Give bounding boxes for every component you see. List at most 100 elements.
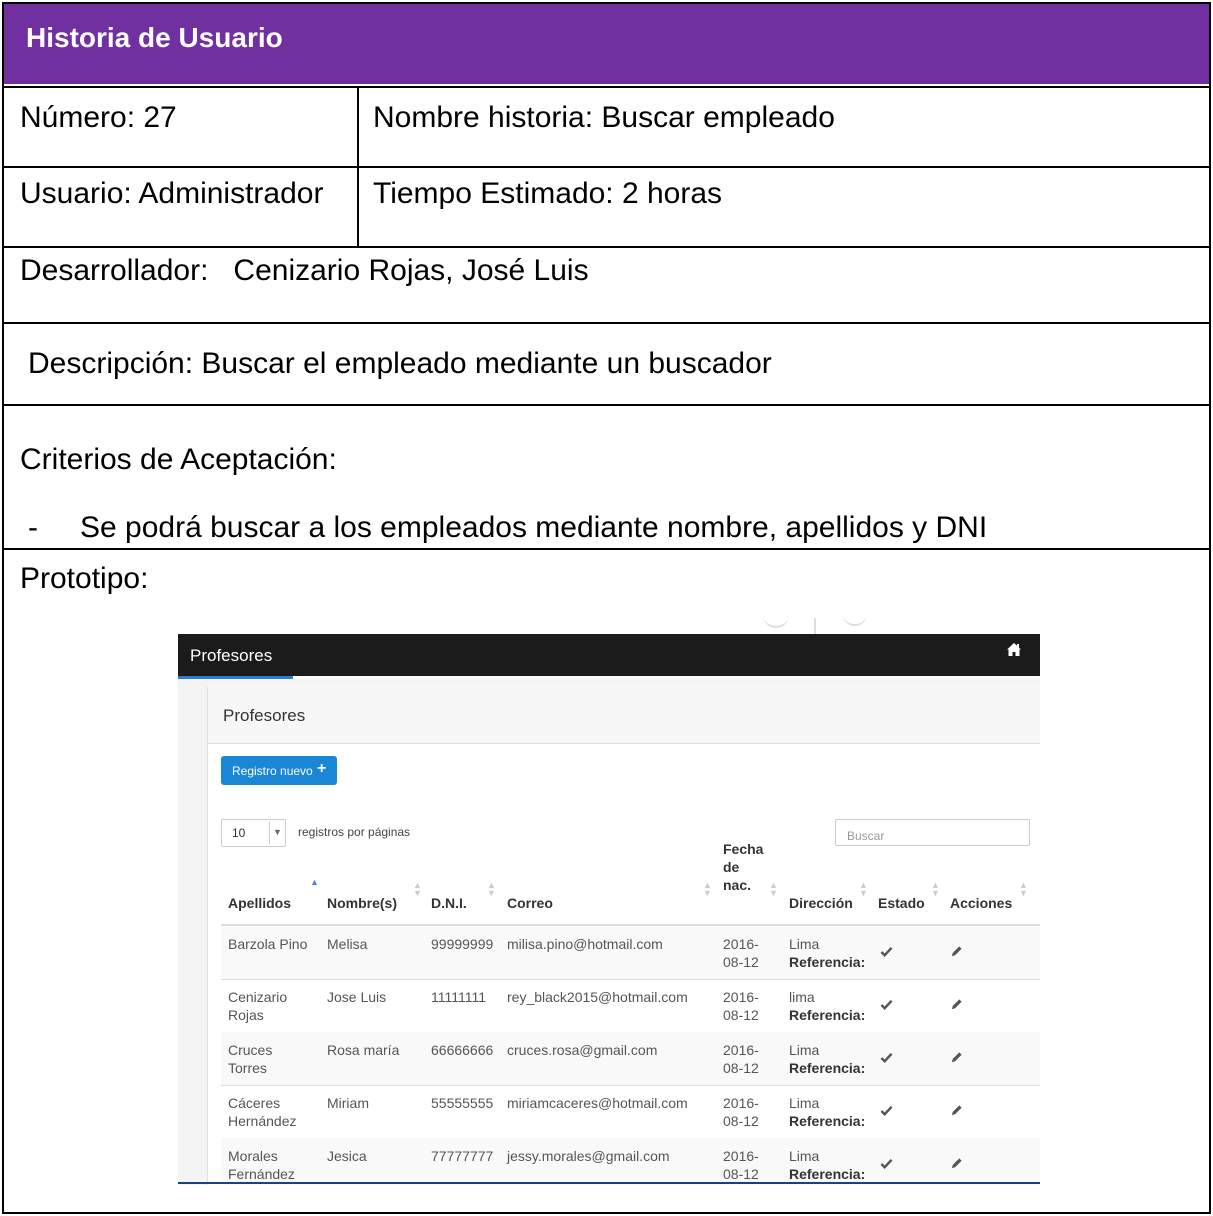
row-divider	[2, 166, 1211, 168]
faded-icon	[763, 612, 789, 628]
navbar: Profesores	[178, 634, 1040, 676]
plus-icon: +	[317, 760, 327, 777]
column-header-fecha-line-2[interactable]: de	[723, 858, 739, 876]
numero-field: Número: 27	[20, 101, 177, 134]
cell-correo: jessy.morales@gmail.com	[507, 1148, 670, 1164]
cell-direccion: Lima	[789, 1042, 820, 1058]
row-divider	[2, 246, 1211, 248]
cell-referencia: Referencia:	[789, 1007, 866, 1023]
sort-both-icon[interactable]: ▲ ▼	[1019, 881, 1028, 898]
cell-apellidos-line-2: Rojas	[228, 1007, 264, 1023]
search-input[interactable]	[835, 819, 1030, 846]
criterios-title: Criterios de Aceptación:	[20, 443, 337, 476]
column-header-fecha-line-1[interactable]: Fecha	[723, 840, 763, 858]
page-length-select[interactable]: 10 ▼	[221, 819, 286, 847]
criterio-bullet: -	[28, 511, 38, 544]
new-record-button-label: Registro nuevo	[232, 764, 313, 778]
cell-apellidos-line-2: Torres	[228, 1060, 267, 1076]
pencil-icon[interactable]	[950, 945, 963, 958]
sort-asc-icon[interactable]: ▲	[310, 878, 319, 887]
table-row: Morales Fernández Jesica 77777777 jessy.…	[221, 1138, 1040, 1185]
cell-apellidos-line-2: Fernández	[228, 1166, 295, 1182]
row-divider	[2, 322, 1211, 324]
cell-referencia: Referencia:	[789, 1166, 866, 1182]
cell-direccion: lima	[789, 989, 815, 1005]
professors-panel: Profesores Registro nuevo + 10 ▼ registr…	[207, 687, 1040, 1185]
cell-apellidos-line-2: Hernández	[228, 1113, 297, 1129]
page-length-label: registros por páginas	[298, 825, 411, 839]
cell-referencia: Referencia:	[789, 1113, 866, 1129]
column-divider	[357, 86, 359, 248]
table-border-top	[2, 2, 1211, 4]
desarrollador-field: Desarrollador: Cenizario Rojas, José Lui…	[20, 254, 589, 287]
table-border-right	[1209, 2, 1211, 1214]
cell-nombre: Miriam	[327, 1095, 369, 1111]
cell-fecha-line-1: 2016-	[723, 1148, 759, 1164]
pencil-icon[interactable]	[950, 1157, 963, 1170]
prototype-top-strip	[178, 612, 1040, 636]
user-story-document: Historia de Usuario Número: 27 Nombre hi…	[0, 0, 1213, 1216]
column-header-nombre[interactable]: Nombre(s)	[327, 894, 397, 912]
check-icon	[880, 946, 893, 957]
sort-both-icon[interactable]: ▲ ▼	[769, 881, 778, 898]
chevron-down-icon: ▼	[273, 827, 282, 837]
cell-correo: milisa.pino@hotmail.com	[507, 936, 663, 952]
prototype-bottom-border	[178, 1182, 1040, 1184]
table-row: Cruces Torres Rosa maría 66666666 cruces…	[221, 1032, 1040, 1086]
pencil-icon[interactable]	[950, 1104, 963, 1117]
table-border-left	[2, 2, 4, 1214]
cell-apellidos-line-1: Cruces	[228, 1042, 273, 1058]
column-header-acciones[interactable]: Acciones	[950, 894, 1012, 912]
cell-apellidos-line-1: Morales	[228, 1148, 278, 1164]
criterio-item: Se podrá buscar a los empleados mediante…	[80, 511, 988, 544]
cell-dni: 99999999	[431, 936, 494, 952]
cell-fecha-line-1: 2016-	[723, 936, 759, 952]
new-record-button[interactable]: Registro nuevo +	[221, 756, 337, 785]
pencil-icon[interactable]	[950, 1051, 963, 1064]
cell-referencia: Referencia:	[789, 1060, 866, 1076]
sort-both-icon[interactable]: ▲ ▼	[931, 881, 940, 898]
row-divider	[2, 548, 1211, 550]
cell-correo: miriamcaceres@hotmail.com	[507, 1095, 688, 1111]
usuario-field: Usuario: Administrador	[20, 177, 324, 210]
check-icon	[880, 999, 893, 1010]
cell-fecha-line-1: 2016-	[723, 1042, 759, 1058]
nombre-historia-field: Nombre historia: Buscar empleado	[373, 101, 835, 134]
table-row: Barzola Pino Melisa 99999999 milisa.pino…	[221, 926, 1040, 980]
cell-fecha-line-2: 08-12	[723, 1007, 759, 1023]
sort-both-icon[interactable]: ▲ ▼	[703, 881, 712, 898]
row-divider	[2, 404, 1211, 406]
cell-fecha-line-2: 08-12	[723, 1060, 759, 1076]
cell-correo: rey_black2015@hotmail.com	[507, 989, 688, 1005]
cell-dni: 11111111	[431, 989, 487, 1005]
table-row: Cenizario Rojas Jose Luis 11111111 rey_b…	[221, 979, 1040, 1033]
nav-title[interactable]: Profesores	[190, 646, 272, 666]
sort-both-icon[interactable]: ▲ ▼	[487, 881, 496, 898]
cell-apellidos: Barzola Pino	[228, 936, 308, 952]
pencil-icon[interactable]	[950, 998, 963, 1011]
cell-dni: 77777777	[431, 1148, 494, 1164]
cell-direccion: Lima	[789, 1095, 820, 1111]
column-header-correo[interactable]: Correo	[507, 894, 553, 912]
cell-direccion: Lima	[789, 1148, 820, 1164]
sort-both-icon[interactable]: ▲ ▼	[413, 881, 422, 898]
sort-both-icon[interactable]: ▲ ▼	[859, 881, 868, 898]
table-border-bottom	[2, 1212, 1211, 1214]
column-header-direccion[interactable]: Dirección	[789, 894, 853, 912]
column-header-estado[interactable]: Estado	[878, 894, 925, 912]
home-icon[interactable]	[1006, 642, 1022, 658]
check-icon	[880, 1158, 893, 1169]
cell-correo: cruces.rosa@gmail.com	[507, 1042, 658, 1058]
user-story-header: Historia de Usuario	[4, 4, 1209, 84]
column-header-dni[interactable]: D.N.I.	[431, 894, 467, 912]
cell-direccion: Lima	[789, 936, 820, 952]
cell-apellidos-line-1: Cáceres	[228, 1095, 281, 1111]
panel-header: Profesores	[208, 687, 1040, 744]
column-header-fecha-line-3[interactable]: nac.	[723, 876, 751, 894]
column-header-apellidos[interactable]: Apellidos	[228, 894, 291, 912]
cell-dni: 55555555	[431, 1095, 494, 1111]
cell-dni: 66666666	[431, 1042, 494, 1058]
cell-nombre: Jesica	[327, 1148, 367, 1164]
descripcion-field: Descripción: Buscar el empleado mediante…	[28, 347, 772, 380]
cell-apellidos-line-1: Cenizario	[228, 989, 288, 1005]
